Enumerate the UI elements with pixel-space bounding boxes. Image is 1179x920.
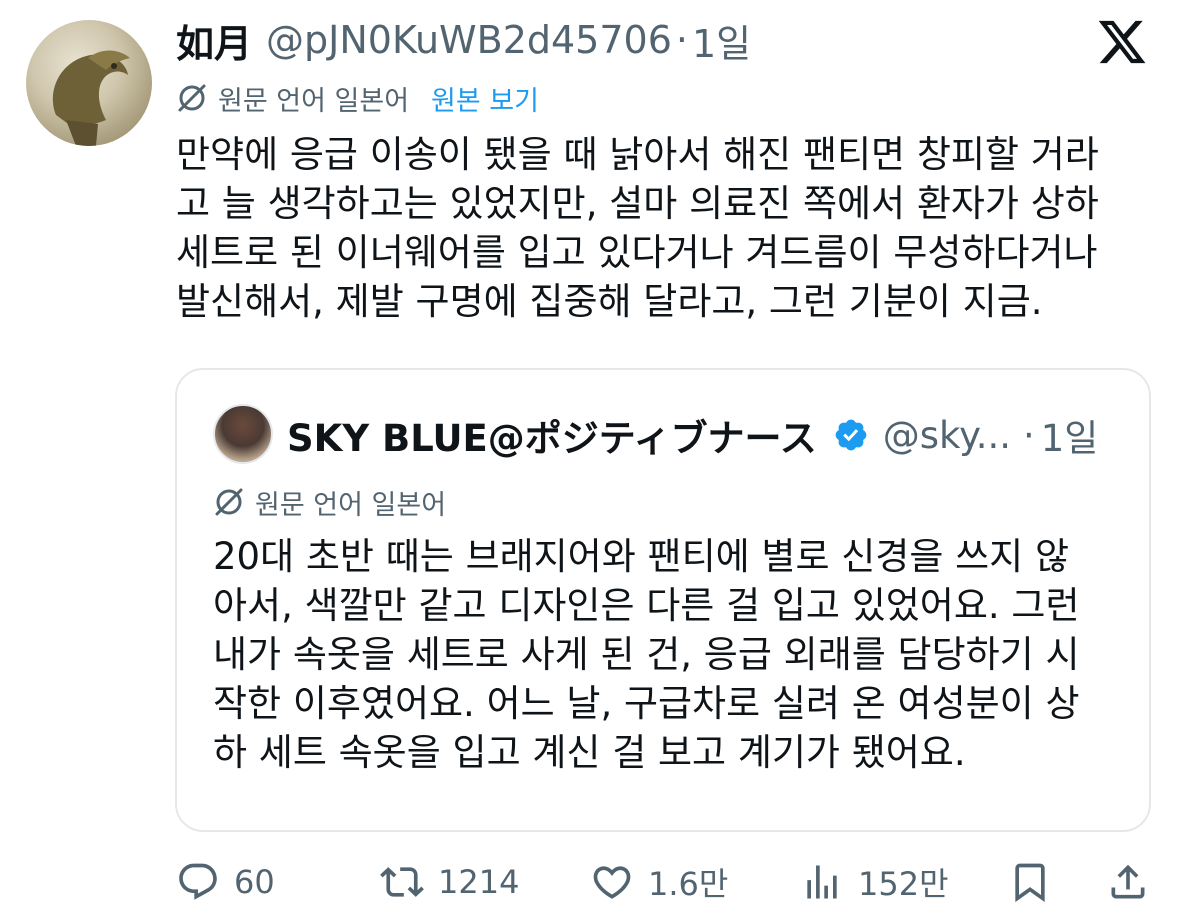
author-avatar[interactable] bbox=[26, 20, 152, 146]
quoted-translation-info: 원문 언어 일본어 bbox=[213, 482, 446, 522]
separator-dot: · bbox=[675, 18, 688, 62]
views-count: 152만 bbox=[858, 865, 949, 903]
tweet-text-line: 세트로 된 이너웨어를 입고 있다거나 겨드름이 무성하다거나 bbox=[176, 231, 1098, 274]
tweet-time[interactable]: 1일 bbox=[692, 13, 751, 68]
views-button[interactable]: 152만 bbox=[800, 852, 949, 912]
verified-badge-icon bbox=[835, 419, 867, 451]
quoted-translation-label: 원문 언어 일본어 bbox=[255, 489, 447, 521]
tweet-text-line: 고 늘 생각하고는 있었지만, 설마 의료진 쪽에서 환자가 상하 bbox=[176, 182, 1099, 225]
separator-dot: · bbox=[1023, 413, 1035, 457]
quoted-tweet[interactable]: SKY BLUE@ポジティブナース @sky... · 1일 원문 언어 일본어… bbox=[175, 368, 1151, 832]
like-button[interactable]: 1.6만 bbox=[590, 852, 728, 912]
translation-label: 원문 언어 일본어 bbox=[218, 85, 410, 117]
author-name[interactable]: 如月 bbox=[176, 13, 252, 68]
author-handle[interactable]: @pJN0KuWB2d45706 bbox=[266, 18, 672, 62]
quoted-text-line: 내가 속옷을 세트로 사게 된 건, 응급 외래를 담당하기 시 bbox=[213, 633, 1080, 676]
quoted-tweet-time[interactable]: 1일 bbox=[1041, 408, 1099, 462]
globe-slash-icon bbox=[178, 84, 206, 112]
quoted-tweet-header: SKY BLUE@ポジティブナース @sky... · 1일 bbox=[287, 408, 1098, 462]
tweet-header: 如月 @pJN0KuWB2d45706 · 1일 bbox=[176, 14, 751, 66]
quoted-tweet-text: 20대 초반 때는 브래지어와 팬티에 별로 신경을 쓰지 않 아서, 색깔만 … bbox=[213, 532, 1133, 777]
quoted-text-line: 하 세트 속옷을 입고 계신 걸 보고 계기가 됐어요. bbox=[213, 731, 966, 774]
share-button[interactable] bbox=[1106, 852, 1164, 912]
quoted-text-line: 아서, 색깔만 같고 디자인은 다른 걸 입고 있었어요. 그런 bbox=[213, 584, 1080, 627]
like-count: 1.6만 bbox=[648, 865, 729, 903]
tweet-text-line: 발신해서, 제발 구명에 집중해 달라고, 그런 기분이 지금. bbox=[176, 280, 1043, 323]
quoted-author-name[interactable]: SKY BLUE@ポジティブナース bbox=[287, 408, 817, 462]
x-logo-icon[interactable] bbox=[1096, 16, 1148, 68]
share-icon bbox=[1111, 864, 1145, 899]
avatar-fish-ornament bbox=[52, 50, 130, 146]
bookmark-button[interactable] bbox=[1008, 852, 1066, 912]
bookmark-icon bbox=[1015, 863, 1045, 903]
retweet-count: 1214 bbox=[438, 863, 520, 901]
quoted-author-handle[interactable]: @sky... bbox=[883, 414, 1011, 457]
retweet-button[interactable]: 1214 bbox=[380, 852, 519, 912]
quoted-text-line: 작한 이후였어요. 어느 날, 구급차로 실려 온 여성분이 상 bbox=[213, 682, 1080, 725]
reply-button[interactable]: 60 bbox=[176, 852, 275, 912]
view-original-link[interactable]: 원본 보기 bbox=[431, 79, 539, 118]
globe-slash-icon bbox=[215, 488, 243, 516]
action-bar: 60 1214 1.6만 152만 bbox=[176, 852, 1151, 912]
heart-icon bbox=[593, 866, 631, 899]
views-icon bbox=[807, 865, 837, 899]
tweet-text-line: 만약에 응급 이송이 됐을 때 낡아서 해진 팬티면 창피할 거라 bbox=[176, 133, 1099, 176]
reply-count: 60 bbox=[234, 863, 275, 901]
translation-info: 원문 언어 일본어 원본 보기 bbox=[176, 78, 539, 118]
reply-icon bbox=[179, 863, 217, 900]
quoted-author-avatar[interactable] bbox=[213, 404, 273, 464]
quoted-text-line: 20대 초반 때는 브래지어와 팬티에 별로 신경을 쓰지 않 bbox=[213, 535, 1070, 578]
retweet-icon bbox=[380, 867, 424, 897]
tweet-text: 만약에 응급 이송이 됐을 때 낡아서 해진 팬티면 창피할 거라 고 늘 생각… bbox=[176, 130, 1151, 326]
